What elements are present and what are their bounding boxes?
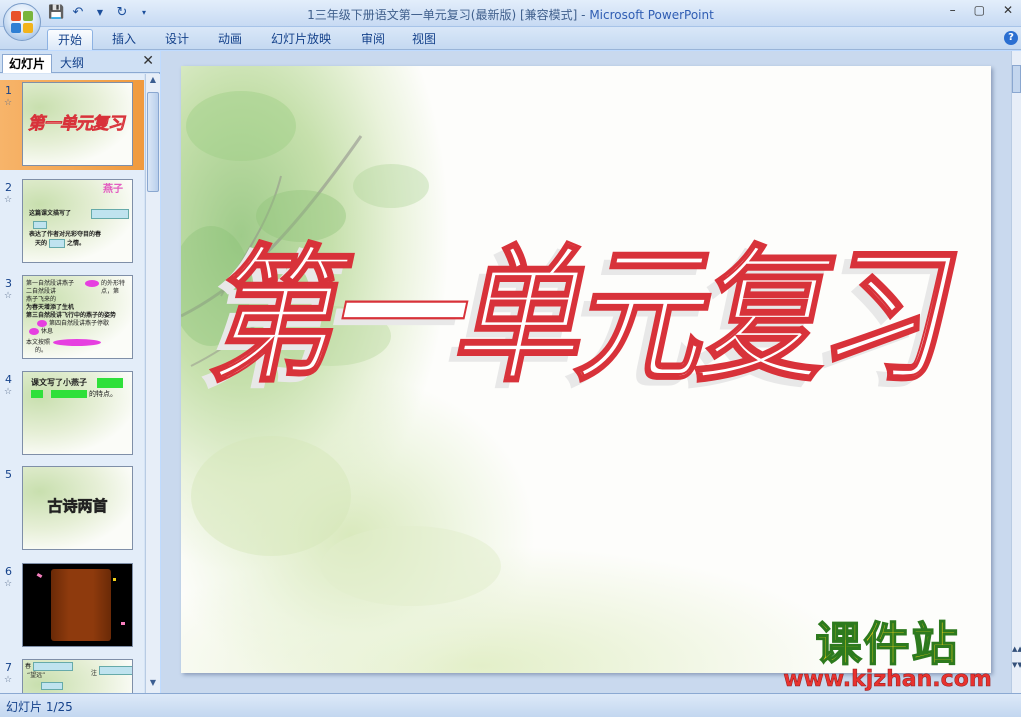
scroll-up-icon[interactable]: ▲ (147, 75, 159, 89)
slide-thumbnail-6[interactable]: 6 ☆ (0, 561, 144, 651)
scrollbar-thumb[interactable] (1012, 65, 1021, 93)
editor-scrollbar[interactable]: ▲▲ ▼▼ (1011, 51, 1021, 693)
thumb-line: 课文写了小燕子 (31, 378, 87, 387)
slide-number: 7 (5, 661, 12, 674)
slide-thumbnail-2[interactable]: 2 ☆ 燕子 这篇课文描写了 表达了作者对光彩夺目的春 天的 之情。 (0, 177, 144, 267)
close-button[interactable]: ✕ (1003, 3, 1013, 17)
scrollbar-thumb[interactable] (147, 92, 159, 192)
tab-design[interactable]: 设计 (155, 29, 199, 50)
watermark-logo: 课件站 www.kjzhan.com (770, 617, 1005, 692)
thumb-line: 二自然段讲 (26, 288, 57, 295)
thumbnail-list: 1 ☆ 第一单元复习 2 ☆ 燕子 这篇课文描写了 表达了作者对光彩夺目的春 天… (0, 74, 144, 693)
window-title: 1三年级下册语文第一单元复习(最新版) [兼容模式] - Microsoft P… (0, 6, 1021, 23)
slide-thumbnail-3[interactable]: 3 ☆ 第一自然段讲燕子 的外形特点，第 二自然段讲 燕子飞来的 为春天增添了生… (0, 273, 144, 363)
thumb-line: 表达了作者对光彩夺目的春 (29, 231, 102, 238)
slide-thumbnail-1[interactable]: 1 ☆ 第一单元复习 (0, 80, 144, 170)
animation-star-icon: ☆ (4, 291, 13, 301)
document-title: 1三年级下册语文第一单元复习(最新版) [兼容模式] (307, 8, 578, 22)
panel-tabs: 幻灯片 大纲 ✕ (0, 51, 160, 73)
animation-star-icon: ☆ (4, 98, 13, 108)
slide-number: 1 (5, 84, 12, 97)
thumbnail-scrollbar[interactable]: ▲ ▼ (145, 74, 160, 693)
thumb-line: 第三自然段讲飞行中的燕子的姿势 (26, 312, 117, 319)
thumb-line: 注 (91, 670, 98, 677)
thumb-line: 的特点。 (89, 390, 117, 398)
tab-review[interactable]: 审阅 (351, 29, 395, 50)
tab-home[interactable]: 开始 (47, 29, 94, 50)
thumb-line: “望远” (27, 672, 46, 679)
next-slide-icon[interactable]: ▼▼ (1012, 661, 1021, 669)
thumb-line: 天的 (35, 240, 48, 247)
slide-thumbnail-7[interactable]: 7 ☆ 春 “望远” 注 (0, 657, 144, 693)
slide-number: 2 (5, 181, 12, 194)
thumb-line: 之情。 (67, 240, 86, 247)
tab-insert[interactable]: 插入 (102, 29, 146, 50)
thumb-line: 第一自然段讲燕子 (26, 280, 75, 287)
title-separator: - (577, 8, 590, 22)
slide-number: 5 (5, 468, 12, 481)
panel-close-icon[interactable]: ✕ (142, 53, 154, 69)
thumb-line: 燕子飞来的 (26, 296, 57, 303)
thumb-line: 这篇课文描写了 (29, 210, 72, 217)
animation-star-icon: ☆ (4, 579, 13, 589)
slides-panel: 幻灯片 大纲 ✕ 1 ☆ 第一单元复习 2 ☆ 燕子 这篇课文描写了 表达了作者… (0, 51, 160, 693)
minimize-button[interactable]: – (950, 3, 956, 17)
animation-star-icon: ☆ (4, 195, 13, 205)
window-controls: – ▢ ✕ (950, 3, 1013, 17)
scroll-image (51, 569, 111, 641)
tab-outline[interactable]: 大纲 (54, 54, 90, 73)
office-button[interactable] (3, 3, 41, 41)
slide-title[interactable]: 第一单元复习 (181, 197, 991, 410)
title-bar: 💾 ↶ ▼ ↻ ▾ 1三年级下册语文第一单元复习(最新版) [兼容模式] - M… (0, 0, 1021, 27)
thumb-line: 为春天增添了生机 (26, 304, 75, 311)
slide-thumbnail-4[interactable]: 4 ☆ 课文写了小燕子 的特点。 (0, 369, 144, 459)
slide-number: 4 (5, 373, 12, 386)
thumb-line: 春 (25, 663, 32, 670)
tab-slides[interactable]: 幻灯片 (2, 54, 53, 73)
thumb-line: 第四自然段讲燕子停歇 (49, 320, 110, 327)
watermark-text: 课件站 (815, 617, 960, 671)
help-icon[interactable]: ? (1004, 31, 1018, 45)
animation-star-icon: ☆ (4, 387, 13, 397)
scroll-down-icon[interactable]: ▼ (147, 678, 159, 692)
prev-slide-icon[interactable]: ▲▲ (1012, 645, 1021, 653)
app-name: Microsoft PowerPoint (589, 8, 714, 22)
slide-thumbnail-5[interactable]: 5 古诗两首 (0, 464, 144, 554)
ribbon-tabs: 开始 插入 设计 动画 幻灯片放映 审阅 视图 ? (0, 27, 1021, 50)
office-logo-icon (11, 11, 33, 33)
slide-number: 6 (5, 565, 12, 578)
thumb-heading: 燕子 (103, 184, 123, 195)
status-bar: 幻灯片 1/25 (0, 693, 1021, 717)
watermark-url: www.kjzhan.com (783, 667, 992, 692)
slide-editor: 第一单元复习 (161, 51, 1011, 693)
thumb-title: 第一单元复习 (26, 114, 128, 135)
tab-animations[interactable]: 动画 (208, 29, 252, 50)
maximize-button[interactable]: ▢ (974, 3, 985, 17)
thumb-title: 古诗两首 (47, 497, 108, 516)
tab-view[interactable]: 视图 (402, 29, 446, 50)
slide-counter: 幻灯片 1/25 (6, 700, 73, 714)
thumb-line: 的外形特点，第 (101, 280, 126, 295)
thumb-line: 本文按照 (26, 339, 51, 346)
tab-slideshow[interactable]: 幻灯片放映 (261, 29, 341, 50)
animation-star-icon: ☆ (4, 675, 13, 685)
thumb-line: 休息 (41, 328, 54, 335)
current-slide[interactable]: 第一单元复习 (181, 66, 991, 673)
thumb-line: 的。 (35, 347, 48, 354)
slide-number: 3 (5, 277, 12, 290)
